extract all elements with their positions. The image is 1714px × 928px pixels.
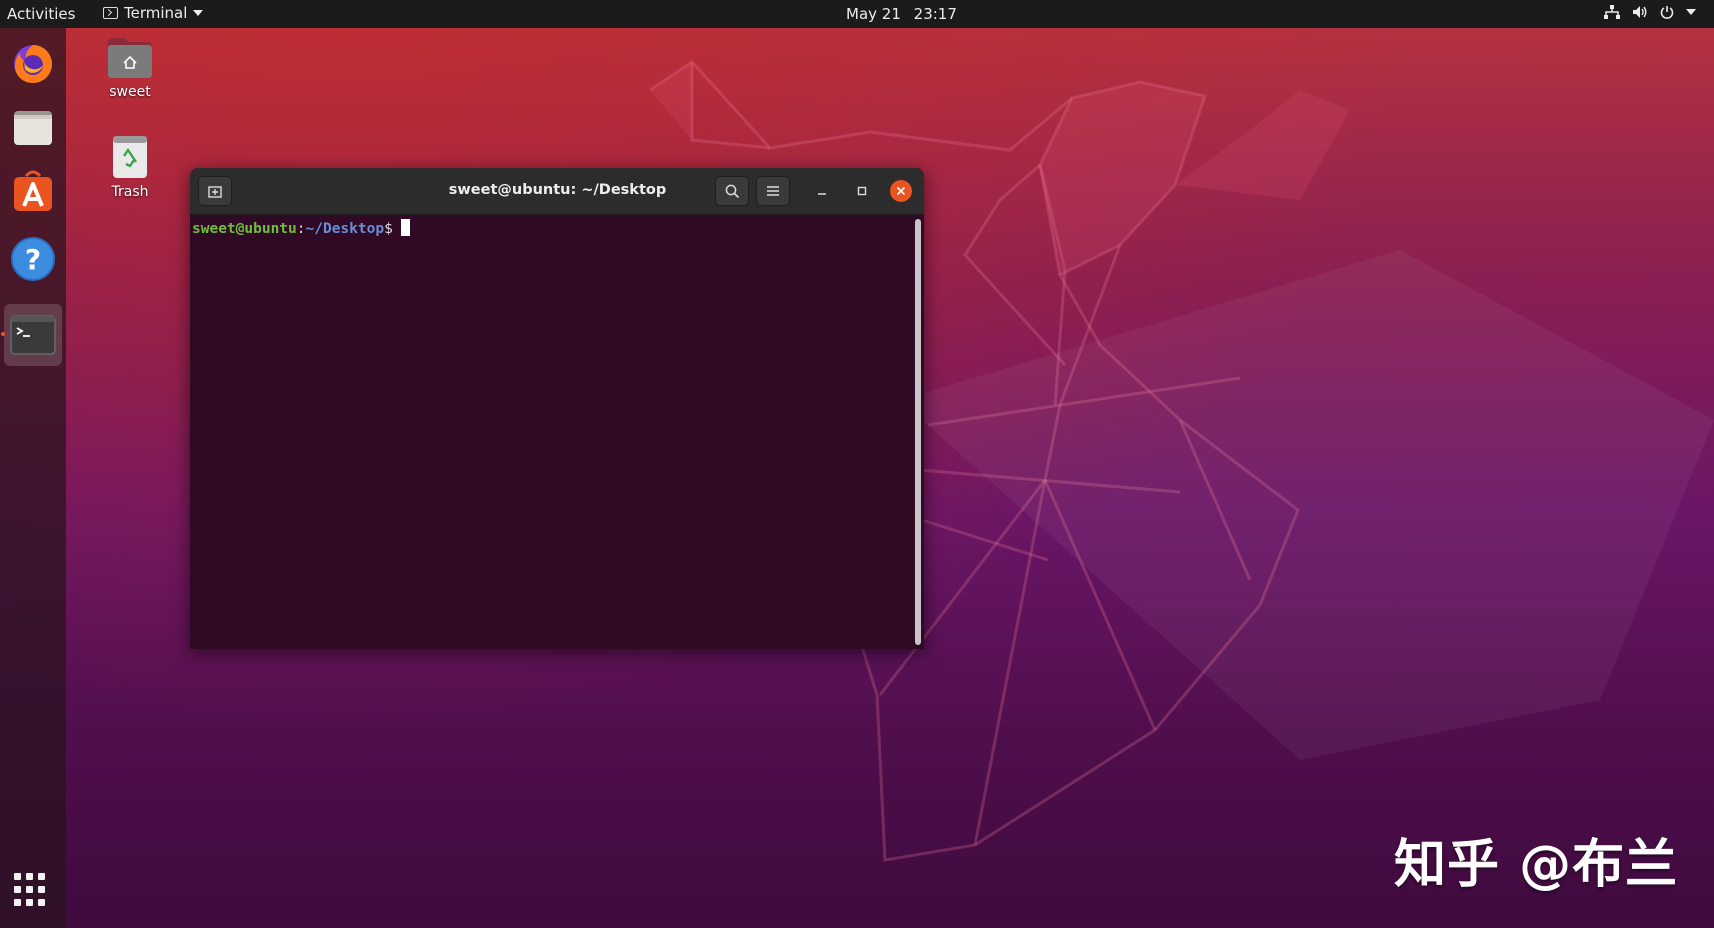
window-title: sweet@ubuntu: ~/Desktop (448, 182, 667, 198)
prompt-user: sweet@ubuntu (192, 221, 297, 237)
svg-text:?: ? (25, 243, 41, 276)
files-icon (14, 111, 52, 145)
prompt-separator: : (296, 221, 306, 237)
hamburger-menu-icon (767, 186, 779, 196)
chevron-down-icon (1686, 9, 1696, 15)
clock-date: May 21 (846, 5, 901, 23)
dock-item-software[interactable] (4, 160, 62, 222)
prompt-dollar: $ (384, 221, 393, 237)
ubuntu-software-icon (14, 170, 52, 211)
dock-item-files[interactable] (4, 96, 62, 158)
running-indicator (1, 332, 5, 336)
desktop-icon-trash[interactable]: Trash (85, 134, 175, 200)
close-button[interactable] (890, 180, 912, 202)
terminal-output[interactable]: sweet@ubuntu:~/Desktop$ (190, 215, 912, 649)
desktop-icon-home[interactable]: sweet (85, 36, 175, 100)
desktop-screen: Activities Terminal May 21 23:17 ? sweet… (0, 0, 1714, 928)
firefox-icon (14, 45, 52, 83)
close-icon (896, 186, 906, 196)
search-icon (725, 184, 739, 198)
terminal-icon (10, 315, 56, 355)
terminal-icon (103, 7, 118, 19)
desktop-icon-label: Trash (111, 184, 149, 200)
terminal-window[interactable]: sweet@ubuntu: ~/Desktop sweet@ubuntu:~/D… (190, 168, 924, 649)
app-menu-button[interactable]: Terminal (103, 4, 204, 22)
app-menu-label: Terminal (124, 4, 188, 22)
volume-icon (1633, 6, 1647, 18)
menu-button[interactable] (756, 176, 790, 206)
top-bar: Activities Terminal May 21 23:17 (0, 0, 1714, 28)
watermark: 知乎 @布兰 (1394, 835, 1679, 895)
chevron-down-icon (193, 10, 204, 16)
system-tray[interactable] (1604, 5, 1696, 19)
desktop-icon-label: sweet (109, 84, 151, 100)
minimize-icon (818, 193, 826, 195)
network-icon (1604, 5, 1620, 19)
terminal-scrollbar[interactable] (915, 219, 921, 645)
new-tab-button[interactable] (198, 176, 232, 206)
search-button[interactable] (715, 176, 749, 206)
trash-icon (113, 136, 147, 178)
activities-button[interactable]: Activities (7, 5, 75, 23)
clock-button[interactable]: May 21 23:17 (846, 5, 957, 23)
maximize-button[interactable] (851, 180, 873, 202)
dock: ? (0, 28, 66, 928)
help-icon: ? (11, 237, 55, 281)
home-folder-icon (108, 38, 152, 78)
dock-item-help[interactable]: ? (4, 228, 62, 290)
power-icon (1660, 6, 1674, 19)
terminal-headerbar[interactable]: sweet@ubuntu: ~/Desktop (190, 168, 924, 215)
clock-time: 23:17 (913, 5, 957, 23)
minimize-button[interactable] (811, 180, 833, 202)
grid-icon (14, 873, 21, 880)
show-applications-button[interactable] (14, 873, 48, 907)
new-tab-icon (208, 186, 222, 198)
text-cursor (400, 219, 410, 236)
dock-item-terminal[interactable] (4, 304, 62, 366)
maximize-icon (857, 186, 867, 196)
prompt-path: ~/Desktop (305, 221, 385, 237)
dock-item-firefox[interactable] (4, 32, 62, 94)
